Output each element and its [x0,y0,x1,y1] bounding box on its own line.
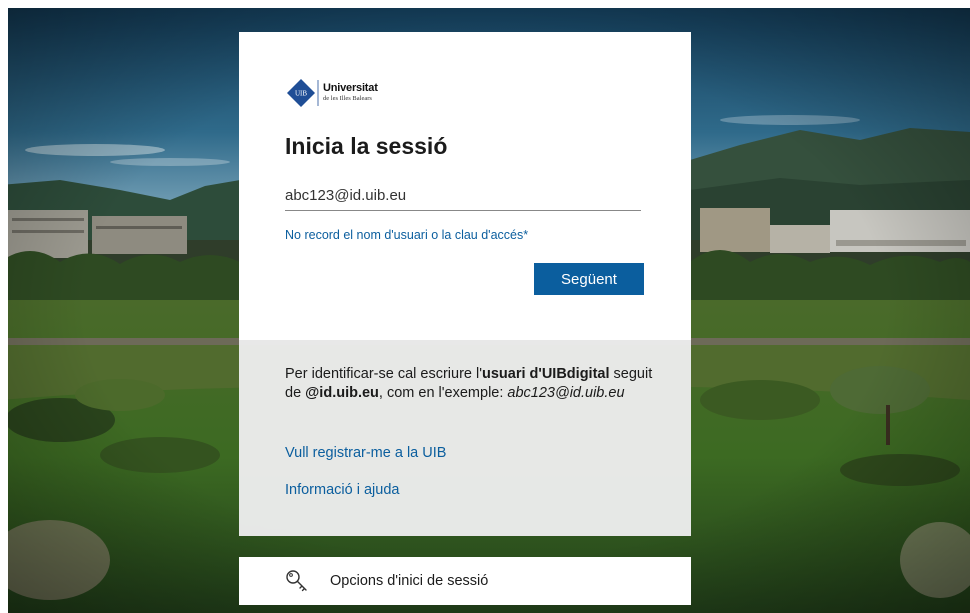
page-title: Inicia la sessió [285,133,448,159]
info-text-part1: Per identificar-se cal escriure l' [285,366,482,382]
info-username-emphasis: usuari d'UIBdigital [481,366,610,382]
register-link[interactable]: Vull registrar-me a la UIB [285,445,446,461]
key-icon [286,570,307,592]
info-domain-emphasis: @id.uib.eu [305,385,379,401]
signin-card: UIB Universitat de les Illes Balears Ini… [239,32,691,340]
info-text: Per identificar-se cal escriure l'usuari… [285,365,655,403]
next-button[interactable]: Següent [534,263,644,295]
left-edge [0,0,8,613]
info-text-part3: , com en l'exemple: [378,385,508,401]
email-field[interactable] [285,180,641,211]
info-panel: Per identificar-se cal escriure l'usuari… [239,340,691,536]
help-link[interactable]: Informació i ajuda [285,482,399,498]
logo-badge-text: UIB [295,90,307,98]
signin-options-button[interactable]: Opcions d'inici de sessió [239,557,691,605]
logo-subtitle: de les Illes Balears [323,95,372,102]
top-edge [0,0,970,8]
info-example: abc123@id.uib.eu [507,385,625,401]
uib-logo-icon: UIB [287,79,319,107]
signin-options-label: Opcions d'inici de sessió [330,573,489,589]
university-logo: UIB Universitat de les Illes Balears [286,78,426,108]
logo-name: Universitat [323,82,378,94]
forgot-credentials-link[interactable]: No record el nom d'usuari o la clau d'ac… [285,228,528,242]
